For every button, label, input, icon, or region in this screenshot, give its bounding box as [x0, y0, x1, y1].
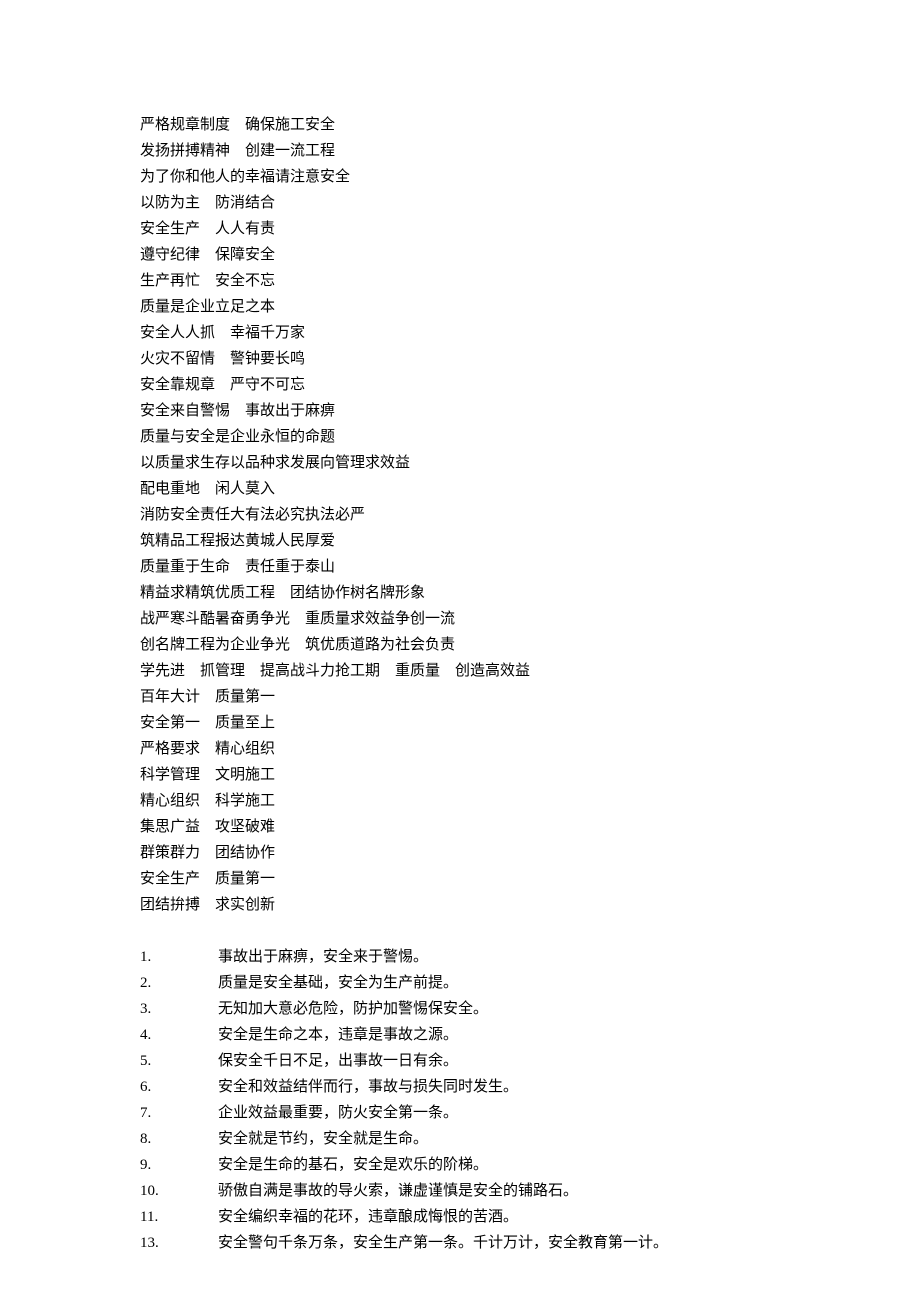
- slogans-section: 严格规章制度 确保施工安全发扬拼搏精神 创建一流工程为了你和他人的幸福请注意安全…: [140, 112, 780, 918]
- slogan-line: 群策群力 团结协作: [140, 840, 780, 866]
- slogan-line: 精益求精筑优质工程 团结协作树名牌形象: [140, 580, 780, 606]
- numbered-item: 9.安全是生命的基石，安全是欢乐的阶梯。: [140, 1152, 780, 1178]
- item-text: 事故出于麻痹，安全来于警惕。: [218, 944, 428, 970]
- slogan-line: 生产再忙 安全不忘: [140, 268, 780, 294]
- item-number: 10.: [140, 1178, 218, 1204]
- slogan-line: 筑精品工程报达黄城人民厚爱: [140, 528, 780, 554]
- slogan-line: 团结拚搏 求实创新: [140, 892, 780, 918]
- slogan-line: 配电重地 闲人莫入: [140, 476, 780, 502]
- numbered-item: 3.无知加大意必危险，防护加警惕保安全。: [140, 996, 780, 1022]
- slogan-line: 以防为主 防消结合: [140, 190, 780, 216]
- numbered-item: 1.事故出于麻痹，安全来于警惕。: [140, 944, 780, 970]
- item-number: 3.: [140, 996, 218, 1022]
- item-number: 7.: [140, 1100, 218, 1126]
- slogan-line: 安全生产 人人有责: [140, 216, 780, 242]
- item-number: 5.: [140, 1048, 218, 1074]
- numbered-item: 5.保安全千日不足，出事故一日有余。: [140, 1048, 780, 1074]
- slogan-line: 严格要求 精心组织: [140, 736, 780, 762]
- item-text: 安全和效益结伴而行，事故与损失同时发生。: [218, 1074, 518, 1100]
- slogan-line: 质量是企业立足之本: [140, 294, 780, 320]
- slogan-line: 精心组织 科学施工: [140, 788, 780, 814]
- item-number: 9.: [140, 1152, 218, 1178]
- numbered-item: 2.质量是安全基础，安全为生产前提。: [140, 970, 780, 996]
- numbered-item: 10.骄傲自满是事故的导火索，谦虚谨慎是安全的铺路石。: [140, 1178, 780, 1204]
- slogan-line: 百年大计 质量第一: [140, 684, 780, 710]
- slogan-line: 以质量求生存以品种求发展向管理求效益: [140, 450, 780, 476]
- slogan-line: 消防安全责任大有法必究执法必严: [140, 502, 780, 528]
- slogan-line: 安全第一 质量至上: [140, 710, 780, 736]
- numbered-item: 13.安全警句千条万条，安全生产第一条。千计万计，安全教育第一计。: [140, 1230, 780, 1256]
- item-number: 11.: [140, 1204, 218, 1230]
- item-number: 13.: [140, 1230, 218, 1256]
- slogan-line: 发扬拼搏精神 创建一流工程: [140, 138, 780, 164]
- item-text: 安全是生命的基石，安全是欢乐的阶梯。: [218, 1152, 488, 1178]
- numbered-list-section: 1.事故出于麻痹，安全来于警惕。2.质量是安全基础，安全为生产前提。3.无知加大…: [140, 944, 780, 1256]
- numbered-item: 7.企业效益最重要，防火安全第一条。: [140, 1100, 780, 1126]
- slogan-line: 学先进 抓管理 提高战斗力抢工期 重质量 创造高效益: [140, 658, 780, 684]
- slogan-line: 科学管理 文明施工: [140, 762, 780, 788]
- slogan-line: 为了你和他人的幸福请注意安全: [140, 164, 780, 190]
- slogan-line: 集思广益 攻坚破难: [140, 814, 780, 840]
- slogan-line: 质量重于生命 责任重于泰山: [140, 554, 780, 580]
- item-number: 1.: [140, 944, 218, 970]
- slogan-line: 安全生产 质量第一: [140, 866, 780, 892]
- numbered-item: 8.安全就是节约，安全就是生命。: [140, 1126, 780, 1152]
- item-text: 安全就是节约，安全就是生命。: [218, 1126, 428, 1152]
- slogan-line: 火灾不留情 警钟要长鸣: [140, 346, 780, 372]
- item-text: 骄傲自满是事故的导火索，谦虚谨慎是安全的铺路石。: [218, 1178, 578, 1204]
- slogan-line: 安全来自警惕 事故出于麻痹: [140, 398, 780, 424]
- section-gap: [140, 918, 780, 944]
- slogan-line: 遵守纪律 保障安全: [140, 242, 780, 268]
- item-number: 6.: [140, 1074, 218, 1100]
- slogan-line: 安全人人抓 幸福千万家: [140, 320, 780, 346]
- numbered-item: 11.安全编织幸福的花环，违章酿成悔恨的苦酒。: [140, 1204, 780, 1230]
- item-number: 2.: [140, 970, 218, 996]
- slogan-line: 战严寒斗酷暑奋勇争光 重质量求效益争创一流: [140, 606, 780, 632]
- item-number: 8.: [140, 1126, 218, 1152]
- slogan-line: 创名牌工程为企业争光 筑优质道路为社会负责: [140, 632, 780, 658]
- item-text: 无知加大意必危险，防护加警惕保安全。: [218, 996, 488, 1022]
- slogan-line: 严格规章制度 确保施工安全: [140, 112, 780, 138]
- numbered-item: 4.安全是生命之本，违章是事故之源。: [140, 1022, 780, 1048]
- item-text: 质量是安全基础，安全为生产前提。: [218, 970, 458, 996]
- slogan-line: 安全靠规章 严守不可忘: [140, 372, 780, 398]
- item-text: 保安全千日不足，出事故一日有余。: [218, 1048, 458, 1074]
- slogan-line: 质量与安全是企业永恒的命题: [140, 424, 780, 450]
- item-number: 4.: [140, 1022, 218, 1048]
- item-text: 安全是生命之本，违章是事故之源。: [218, 1022, 458, 1048]
- item-text: 安全警句千条万条，安全生产第一条。千计万计，安全教育第一计。: [218, 1230, 668, 1256]
- document-page: 严格规章制度 确保施工安全发扬拼搏精神 创建一流工程为了你和他人的幸福请注意安全…: [0, 0, 920, 1316]
- numbered-item: 6.安全和效益结伴而行，事故与损失同时发生。: [140, 1074, 780, 1100]
- item-text: 安全编织幸福的花环，违章酿成悔恨的苦酒。: [218, 1204, 518, 1230]
- item-text: 企业效益最重要，防火安全第一条。: [218, 1100, 458, 1126]
